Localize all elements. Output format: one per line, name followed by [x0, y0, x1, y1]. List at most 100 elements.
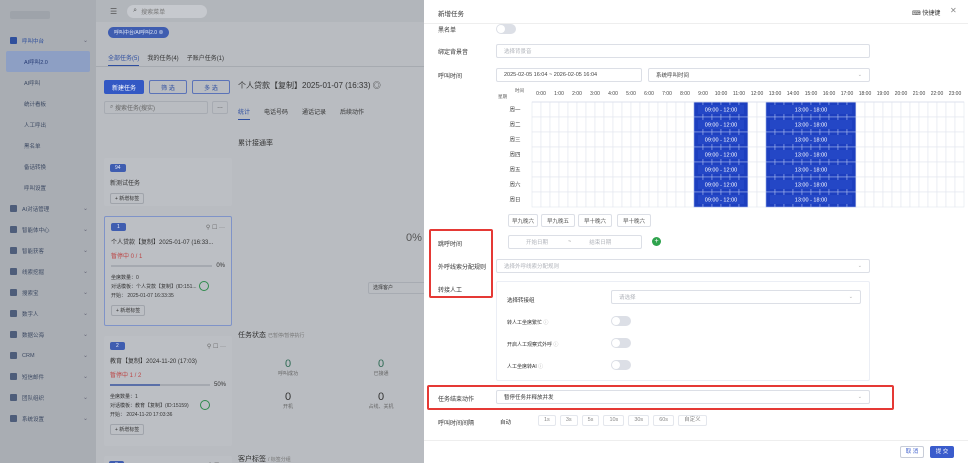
sidebar-item[interactable]: 呼叫中台 ⌄	[0, 30, 96, 51]
schedule-cell[interactable]	[927, 191, 938, 208]
schedule-cell[interactable]	[891, 176, 902, 193]
sidebar-item[interactable]: 备话转换	[0, 156, 96, 177]
schedule-cell[interactable]	[945, 101, 956, 118]
play-icon[interactable]	[200, 400, 210, 410]
schedule-cell[interactable]	[657, 116, 668, 133]
schedule-cell[interactable]	[549, 131, 560, 148]
schedule-cell[interactable]	[855, 131, 866, 148]
add-icon[interactable]: +	[652, 237, 661, 246]
select-customer[interactable]: 选择客户	[368, 282, 424, 294]
schedule-cell[interactable]	[603, 131, 614, 148]
schedule-cell[interactable]	[648, 191, 659, 208]
schedule-cell[interactable]	[684, 176, 695, 193]
schedule-cell[interactable]	[873, 161, 884, 178]
schedule-cell[interactable]	[909, 131, 920, 148]
schedule-cell[interactable]	[621, 116, 632, 133]
schedule-cell[interactable]	[639, 161, 650, 178]
schedule-cell[interactable]	[927, 101, 938, 118]
schedule-cell[interactable]	[936, 176, 947, 193]
schedule-cell[interactable]	[648, 146, 659, 163]
schedule-cell[interactable]	[918, 146, 929, 163]
outbound-rule-select[interactable]: 选择外呼线索分配规则 ⌄	[496, 259, 870, 273]
schedule-cell[interactable]	[585, 176, 596, 193]
sidebar-item[interactable]: 线索挖掘 ⌄	[0, 261, 96, 282]
schedule-cell[interactable]	[900, 191, 911, 208]
schedule-cell[interactable]	[909, 176, 920, 193]
schedule-cell[interactable]	[603, 191, 614, 208]
schedule-cell[interactable]	[873, 176, 884, 193]
schedule-cell[interactable]	[891, 191, 902, 208]
schedule-cell[interactable]	[585, 161, 596, 178]
busy-transfer-toggle[interactable]	[611, 316, 631, 326]
schedule-cell[interactable]	[657, 176, 668, 193]
schedule-cell[interactable]	[558, 191, 569, 208]
date-range-input[interactable]: 2025-02-05 16:04 ~ 2026-02-05 16:04	[496, 68, 642, 82]
schedule-cell[interactable]	[585, 101, 596, 118]
schedule-cell[interactable]	[882, 131, 893, 148]
sidebar-item[interactable]: AI呼叫	[0, 72, 96, 93]
schedule-cell[interactable]	[576, 131, 587, 148]
schedule-cell[interactable]	[576, 176, 587, 193]
schedule-cell[interactable]	[549, 176, 560, 193]
tab-mine[interactable]: 我的任务(4)	[147, 53, 178, 66]
schedule-cell[interactable]	[576, 146, 587, 163]
schedule-cell[interactable]	[666, 146, 677, 163]
schedule-cell[interactable]	[864, 161, 875, 178]
schedule-cell[interactable]	[900, 101, 911, 118]
tab-stats[interactable]: 统计	[238, 107, 251, 120]
close-icon[interactable]: ✕	[950, 6, 957, 15]
schedule-cell[interactable]	[648, 101, 659, 118]
schedule-cell[interactable]	[900, 161, 911, 178]
schedule-cell[interactable]	[585, 116, 596, 133]
schedule-cell[interactable]	[882, 176, 893, 193]
schedule-cell[interactable]	[567, 131, 578, 148]
new-task-button[interactable]: 新建任务	[104, 80, 144, 94]
schedule-cell[interactable]	[540, 116, 551, 133]
schedule-cell[interactable]	[675, 131, 686, 148]
schedule-cell[interactable]	[531, 191, 542, 208]
schedule-cell[interactable]	[882, 146, 893, 163]
schedule-cell[interactable]	[630, 176, 641, 193]
schedule-cell[interactable]	[936, 146, 947, 163]
schedule-cell[interactable]	[585, 131, 596, 148]
schedule-cell[interactable]	[540, 191, 551, 208]
schedule-cell[interactable]	[855, 116, 866, 133]
schedule-cell[interactable]	[612, 146, 623, 163]
schedule-cell[interactable]	[756, 176, 767, 193]
schedule-cell[interactable]	[630, 116, 641, 133]
schedule-cell[interactable]	[918, 176, 929, 193]
blacklist-toggle[interactable]	[496, 24, 516, 34]
sidebar-item[interactable]: 短信邮件 ⌄	[0, 366, 96, 387]
schedule-cell[interactable]	[549, 191, 560, 208]
tab-followup[interactable]: 后续动作	[340, 107, 364, 120]
preset-chip[interactable]: 早九晚六	[508, 214, 538, 227]
schedule-cell[interactable]	[927, 146, 938, 163]
schedule-cell[interactable]	[909, 191, 920, 208]
schedule-cell[interactable]	[675, 101, 686, 118]
schedule-cell[interactable]	[909, 146, 920, 163]
schedule-cell[interactable]	[954, 116, 965, 133]
schedule-cell[interactable]	[621, 176, 632, 193]
schedule-cell[interactable]	[558, 116, 569, 133]
card-actions-icon[interactable]: ⚲ ☐ ···	[207, 343, 226, 350]
schedule-cell[interactable]	[684, 146, 695, 163]
schedule-cell[interactable]	[954, 101, 965, 118]
schedule-cell[interactable]	[639, 131, 650, 148]
sidebar-item[interactable]: 人工呼出	[0, 114, 96, 135]
schedule-cell[interactable]	[936, 191, 947, 208]
schedule-cell[interactable]	[594, 116, 605, 133]
sidebar-item[interactable]: 团队组织 ⌄	[0, 387, 96, 408]
schedule-cell[interactable]	[594, 131, 605, 148]
schedule-cell[interactable]	[594, 146, 605, 163]
tab-sub[interactable]: 子账户任务(1)	[187, 53, 224, 66]
schedule-cell[interactable]	[549, 101, 560, 118]
schedule-cell[interactable]	[882, 191, 893, 208]
sidebar-item[interactable]: CRM ⌄	[0, 345, 96, 366]
schedule-cell[interactable]	[612, 191, 623, 208]
card-actions-icon[interactable]: ⚲ ☐ ···	[206, 224, 225, 231]
schedule-cell[interactable]	[540, 146, 551, 163]
schedule-cell[interactable]	[630, 101, 641, 118]
schedule-cell[interactable]	[567, 116, 578, 133]
schedule-cell[interactable]	[756, 191, 767, 208]
schedule-cell[interactable]	[648, 131, 659, 148]
